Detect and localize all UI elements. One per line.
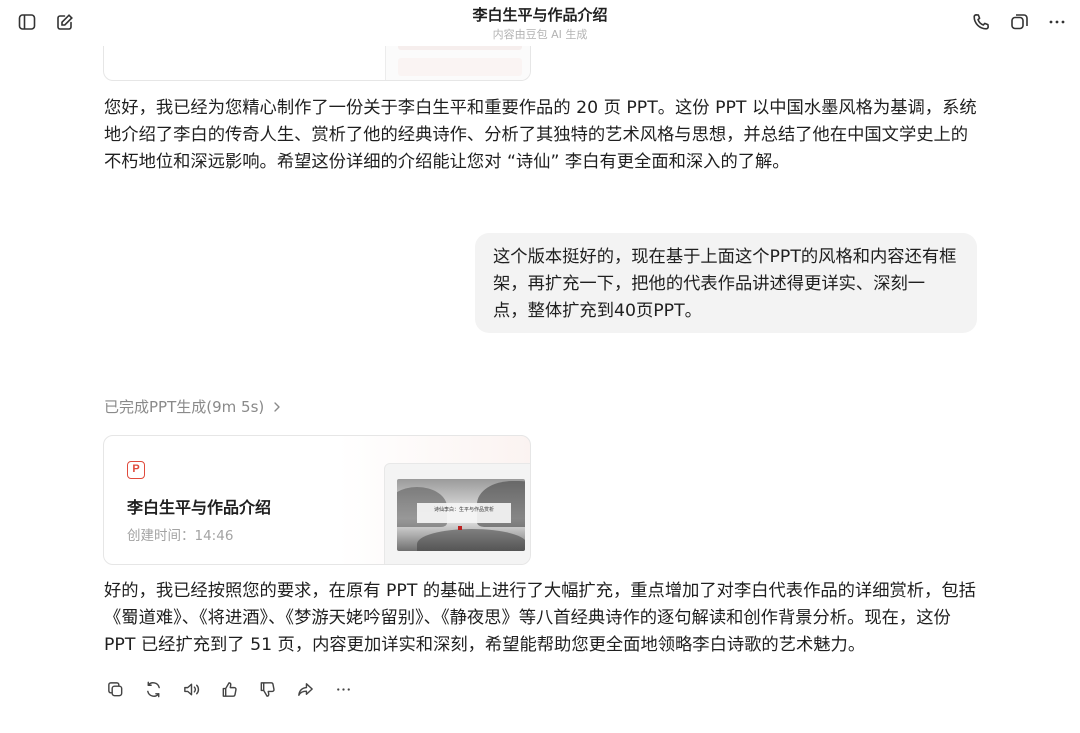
assistant-message: 您好，我已经为您精心制作了一份关于李白生平和重要作品的 20 页 PPT。这份 … — [104, 98, 977, 172]
more-icon[interactable] — [1044, 9, 1070, 35]
user-message-bubble: 这个版本挺好的，现在基于上面这个PPT的风格和内容还有框架，再扩充一下，把他的代… — [475, 233, 977, 333]
ppt-slide-title: 诗仙李白：生平与作品赏析 — [433, 507, 494, 513]
ppt-slide-thumbnail: 诗仙李白：生平与作品赏析 — [397, 479, 525, 551]
more-icon[interactable] — [332, 677, 354, 701]
video-call-icon[interactable] — [1006, 9, 1032, 35]
like-icon[interactable] — [218, 677, 240, 701]
generation-status[interactable]: 已完成PPT生成(9m 5s) — [104, 396, 284, 417]
page-title: 李白生平与作品介绍 — [472, 6, 608, 24]
share-icon[interactable] — [294, 677, 316, 701]
generation-status-label: 已完成PPT生成(9m 5s) — [104, 398, 265, 416]
ppt-created-time: 创建时间：14:46 — [127, 528, 234, 544]
message-action-bar — [104, 677, 354, 701]
red-seal-mark — [458, 526, 462, 530]
chevron-right-icon — [274, 401, 280, 412]
dislike-icon[interactable] — [256, 677, 278, 701]
ppt-file-icon: P — [127, 461, 145, 479]
ppt-preview: 诗仙李白：生平与作品赏析 — [384, 463, 530, 564]
ppt-file-card[interactable]: P 李白生平与作品介绍 创建时间：14:46 诗仙李白：生平与作品赏析 — [103, 435, 531, 565]
regenerate-icon[interactable] — [142, 677, 164, 701]
title-block: 李白生平与作品介绍 内容由豆包 AI 生成 — [0, 5, 1080, 43]
page-subtitle: 内容由豆包 AI 生成 — [492, 28, 588, 41]
copy-icon[interactable] — [104, 677, 126, 701]
read-aloud-icon[interactable] — [180, 677, 202, 701]
top-bar: 李白生平与作品介绍 内容由豆包 AI 生成 — [0, 0, 1080, 46]
ppt-file-title: 李白生平与作品介绍 — [127, 498, 272, 517]
phone-icon[interactable] — [968, 9, 994, 35]
assistant-message: 好的，我已经按照您的要求，在原有 PPT 的基础上进行了大幅扩充，重点增加了对李… — [104, 581, 976, 655]
